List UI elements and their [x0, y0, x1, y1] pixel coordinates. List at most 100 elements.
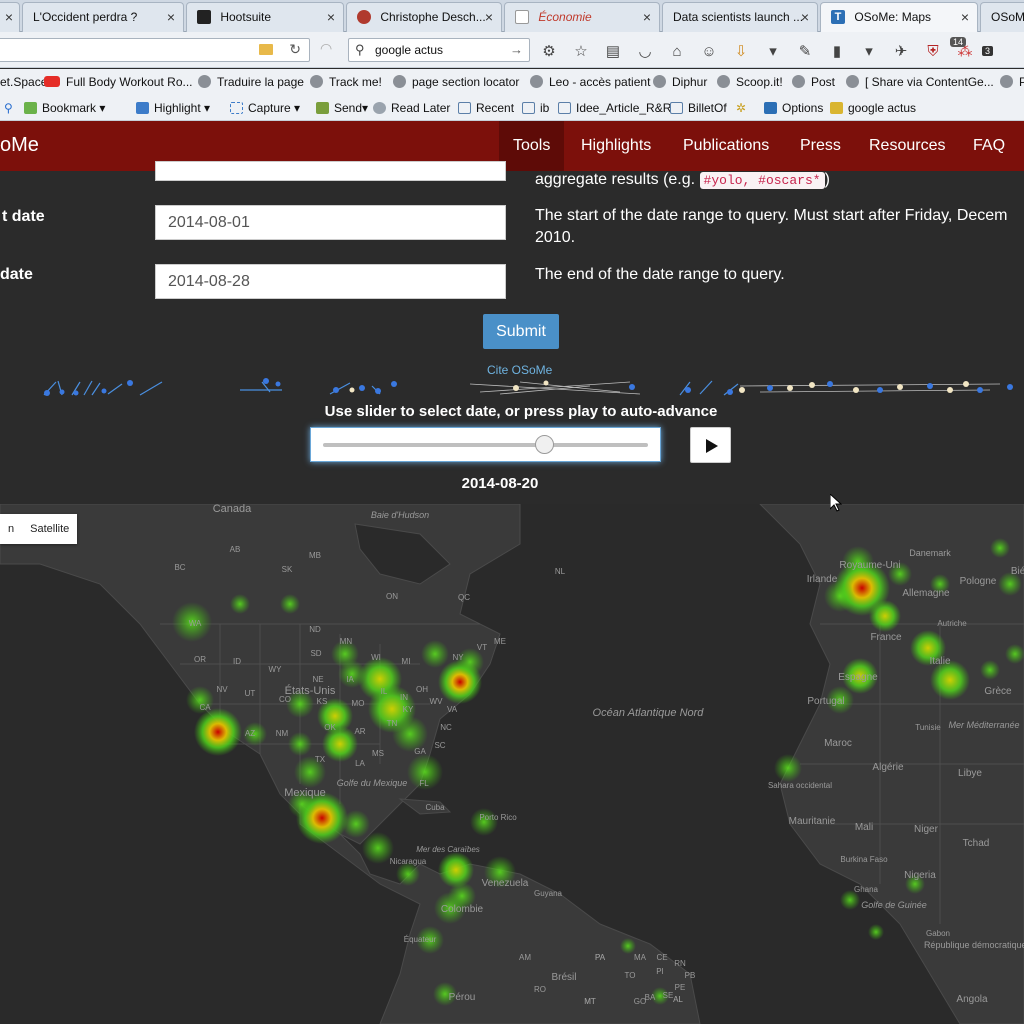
toolbar-item-recent[interactable]: Recent	[458, 101, 514, 115]
map-label: Autriche	[937, 619, 967, 628]
tab-close-icon[interactable]: ×	[167, 3, 175, 31]
url-bar[interactable]: ↻	[0, 38, 310, 62]
bookmark-item[interactable]: Leo - accès patient	[530, 75, 650, 89]
map-label: Pérou	[449, 992, 476, 1003]
tab-close-icon[interactable]: ×	[801, 3, 809, 31]
map-label: FL	[419, 779, 429, 788]
nav-highlights[interactable]: Highlights	[567, 121, 665, 171]
map-label: NC	[440, 723, 452, 732]
toolbar-item-billetof[interactable]: BilletOf	[670, 101, 727, 115]
bookmark-item[interactable]: [ Share via ContentGe...	[846, 75, 994, 89]
bookmark-item[interactable]: Traduire la page	[198, 75, 304, 89]
toolbar-item-ib[interactable]: ib	[522, 101, 549, 115]
tab-close-icon[interactable]: ×	[643, 3, 651, 31]
map-type-satellite[interactable]: Satellite	[22, 514, 77, 544]
download-icon[interactable]: ⇩	[732, 42, 750, 60]
tab-hootsuite[interactable]: Hootsuite ×	[186, 2, 344, 32]
play-button[interactable]	[690, 427, 731, 463]
map-label: Algérie	[872, 762, 904, 773]
tab-partial[interactable]: ×	[0, 2, 20, 32]
toolbar-label: Send	[334, 101, 363, 115]
reader-icon[interactable]: ▤	[604, 42, 622, 60]
cite-link[interactable]: Cite OSoMe	[487, 363, 552, 377]
tab-title: Économie	[538, 10, 592, 24]
settings-icon[interactable]: ⚙	[540, 42, 558, 60]
toolbar-item-idee[interactable]: Idee_Article_R&R	[558, 101, 671, 115]
map-label: PE	[675, 983, 686, 992]
tab-close-icon[interactable]: ×	[485, 3, 493, 31]
toolbar-label: Idee_Article_R&R	[576, 101, 672, 115]
search-go-icon[interactable]: →	[510, 39, 523, 61]
tab-data-scientists[interactable]: Data scientists launch ... ×	[662, 2, 818, 32]
date-slider[interactable]	[310, 427, 661, 462]
addon-icon[interactable]: ✎	[796, 42, 814, 60]
dropdown-icon[interactable]: ▾	[860, 42, 878, 60]
site-brand[interactable]: oMe	[0, 134, 39, 157]
map-type-map[interactable]: n	[0, 514, 22, 544]
tab-occident[interactable]: L'Occident perdra ? ×	[22, 2, 184, 32]
bookmark-item[interactable]: Diphur	[653, 75, 707, 89]
emoji-icon[interactable]: ☺	[700, 43, 718, 60]
bookmark-item[interactable]: et.Space	[0, 75, 47, 89]
tab-title: L'Occident perdra ?	[33, 10, 138, 24]
bookmark-item[interactable]: Scoop.it!	[717, 75, 783, 89]
bookmark-item[interactable]: Full Body Workout Ro...	[44, 75, 193, 89]
nav-tools[interactable]: Tools	[499, 121, 565, 171]
start-date-input[interactable]	[155, 205, 506, 240]
ublock-icon[interactable]: ⛨	[924, 43, 942, 60]
toolbar-item-read-later[interactable]: Read Later	[373, 101, 450, 115]
pocket-icon[interactable]: ◡	[636, 42, 654, 60]
bookmark-item[interactable]: page section locator	[393, 75, 519, 89]
nav-resources[interactable]: Resources	[855, 121, 959, 171]
toolbar-item-capture[interactable]: Capture ▾	[230, 101, 300, 115]
nav-press[interactable]: Press	[786, 121, 855, 171]
slider-thumb[interactable]	[535, 435, 554, 454]
puzzle-icon[interactable]: ✈	[892, 42, 910, 60]
tab-close-icon[interactable]: ×	[327, 3, 335, 31]
map-label: MS	[372, 749, 384, 758]
clipboard-icon[interactable]: ▮	[828, 42, 846, 60]
tab-osome-maps[interactable]: T OSoMe: Maps ×	[820, 2, 978, 33]
submit-button[interactable]: Submit	[483, 314, 559, 349]
toolbar-item-bookmark[interactable]: Bookmark ▾	[24, 101, 105, 115]
rss-icon[interactable]: ◠	[320, 40, 332, 57]
toolbar-item-options[interactable]: Options	[764, 101, 823, 115]
heatmap-map[interactable]: Canada Baie d'Hudson AB SK MB ON QC NL BC MT ND MN W…	[0, 504, 1024, 1024]
tab-christophe[interactable]: Christophe Desch... ×	[346, 2, 502, 32]
map-label: TX	[315, 755, 326, 764]
toolbar-item-send[interactable]: Send▾	[316, 101, 368, 115]
start-date-label: t date	[2, 208, 45, 225]
tab-close-icon[interactable]: ×	[5, 3, 13, 31]
tab-economie[interactable]: Économie ×	[504, 2, 660, 32]
bookmark-item[interactable]: Track me!	[310, 75, 382, 89]
sparkle-icon[interactable]: ✲	[736, 101, 746, 115]
nav-faq[interactable]: FAQ	[959, 121, 1019, 171]
reload-icon[interactable]: ↻	[289, 41, 301, 58]
map-label: LA	[355, 759, 365, 768]
nav-publications[interactable]: Publications	[669, 121, 783, 171]
tab-close-icon[interactable]: ×	[961, 3, 969, 31]
folder-icon[interactable]	[259, 44, 273, 55]
map-canvas[interactable]: Canada Baie d'Hudson AB SK MB ON QC NL BC MT ND MN W…	[0, 504, 1024, 1024]
toolbar-item-highlight[interactable]: Highlight ▾	[136, 101, 210, 115]
folder-icon	[558, 102, 571, 114]
end-date-input[interactable]	[155, 264, 506, 299]
globe-icon	[310, 75, 323, 88]
bookmark-item[interactable]: P	[1000, 75, 1024, 89]
slider-track[interactable]	[323, 443, 648, 447]
bookmark-label: Leo - accès patient	[549, 75, 651, 89]
dropdown-icon[interactable]: ▾	[764, 42, 782, 60]
map-label: Burkina Faso	[840, 855, 888, 864]
hashtag-input[interactable]	[155, 161, 506, 181]
bookmark-item[interactable]: Post	[792, 75, 835, 89]
search-icon[interactable]: ⚲	[4, 101, 13, 115]
toolbar-item-google-actus[interactable]: google actus	[830, 101, 916, 115]
map-label: KY	[403, 705, 414, 714]
tab-osome[interactable]: OSoMe	[980, 2, 1024, 32]
star-icon[interactable]: ☆	[572, 42, 590, 60]
start-date-help: The start of the date range to query. Mu…	[535, 205, 1008, 249]
map-label: Golfe du Mexique	[337, 778, 408, 788]
search-input[interactable]: ⚲ google actus →	[348, 38, 530, 62]
home-icon[interactable]: ⌂	[668, 43, 686, 60]
map-label: WA	[189, 619, 202, 628]
